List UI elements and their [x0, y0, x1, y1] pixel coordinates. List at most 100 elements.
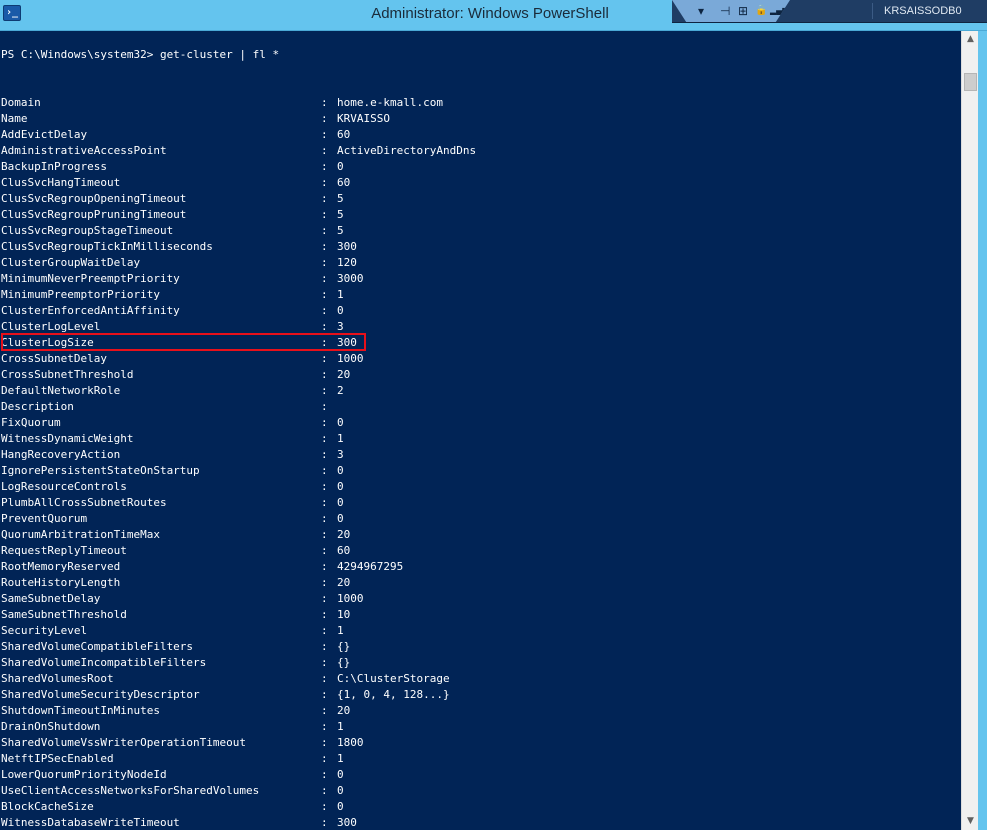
property-value: 3000 [337, 272, 364, 285]
property-separator: : [321, 688, 328, 701]
property-value: 120 [337, 256, 357, 269]
property-value: 0 [337, 512, 344, 525]
console-output[interactable]: PS C:\Windows\system32> get-cluster | fl… [1, 31, 959, 830]
property-value: 0 [337, 304, 344, 317]
remote-host-name: KRSAISSODB0 [884, 5, 962, 17]
property-separator: : [321, 96, 328, 109]
property-separator: : [321, 528, 328, 541]
remote-desktop-bar[interactable]: ▾ ⊣ ⊞ 🔒 ▂▄▆ KRSAISSODB0 [672, 0, 987, 23]
property-value: 300 [337, 816, 357, 829]
property-separator: : [321, 416, 328, 429]
property-name: NetftIPSecEnabled [1, 752, 114, 765]
property-name: FixQuorum [1, 416, 61, 429]
property-separator: : [321, 464, 328, 477]
property-separator: : [321, 656, 328, 669]
property-separator: : [321, 192, 328, 205]
property-name: SecurityLevel [1, 624, 88, 637]
property-separator: : [321, 160, 328, 173]
property-value: C:\ClusterStorage [337, 672, 450, 685]
property-name: AdministrativeAccessPoint [1, 144, 167, 157]
property-separator: : [321, 208, 328, 221]
property-separator: : [321, 288, 328, 301]
property-value: 1 [337, 288, 344, 301]
property-separator: : [321, 768, 328, 781]
property-separator: : [321, 816, 328, 829]
property-name: DrainOnShutdown [1, 720, 101, 733]
property-name: ClusterLogSize [1, 336, 94, 349]
remote-bar-tab: ▾ ⊣ ⊞ 🔒 ▂▄▆ [672, 0, 790, 22]
property-name: MinimumPreemptorPriority [1, 288, 160, 301]
signal-icon[interactable]: ▂▄▆ [770, 3, 788, 19]
property-value: 5 [337, 208, 344, 221]
property-separator: : [321, 784, 328, 797]
scroll-up-button[interactable]: ▲ [962, 31, 979, 48]
property-name: PreventQuorum [1, 512, 88, 525]
property-name: BlockCacheSize [1, 800, 94, 813]
property-separator: : [321, 240, 328, 253]
property-separator: : [321, 560, 328, 573]
property-name: SameSubnetDelay [1, 592, 101, 605]
property-name: SharedVolumeSecurityDescriptor [1, 688, 200, 701]
property-value: 20 [337, 576, 351, 589]
property-name: LogResourceControls [1, 480, 127, 493]
property-name: ClusterEnforcedAntiAffinity [1, 304, 180, 317]
property-separator: : [321, 368, 328, 381]
property-name: UseClientAccessNetworksForSharedVolumes [1, 784, 260, 797]
property-separator: : [321, 752, 328, 765]
property-separator: : [321, 432, 328, 445]
property-value: 0 [337, 160, 344, 173]
property-name: QuorumArbitrationTimeMax [1, 528, 160, 541]
property-value: ActiveDirectoryAndDns [337, 144, 477, 157]
property-value: 60 [337, 128, 351, 141]
property-value: 0 [337, 800, 344, 813]
property-separator: : [321, 720, 328, 733]
property-separator: : [321, 384, 328, 397]
property-value: 1 [337, 720, 344, 733]
scroll-down-button[interactable]: ▼ [962, 813, 979, 830]
property-value: {} [337, 656, 351, 669]
property-name: Description [1, 400, 74, 413]
property-name: IgnorePersistentStateOnStartup [1, 464, 200, 477]
network-icon[interactable]: ⊞ [738, 3, 748, 19]
property-separator: : [321, 512, 328, 525]
property-separator: : [321, 496, 328, 509]
property-separator: : [321, 592, 328, 605]
property-value: 1 [337, 752, 344, 765]
property-value: 300 [337, 240, 357, 253]
property-value: 60 [337, 544, 351, 557]
property-name: ClusterLogLevel [1, 320, 101, 333]
property-name: ClusterGroupWaitDelay [1, 256, 141, 269]
property-name: SharedVolumeCompatibleFilters [1, 640, 194, 653]
property-separator: : [321, 272, 328, 285]
property-separator: : [321, 704, 328, 717]
pin-icon[interactable]: ⊣ [720, 3, 730, 19]
property-value: 300 [337, 336, 357, 349]
property-separator: : [321, 480, 328, 493]
property-name: RootMemoryReserved [1, 560, 121, 573]
property-value: 1 [337, 432, 344, 445]
property-value: 5 [337, 224, 344, 237]
property-name: WitnessDatabaseWriteTimeout [1, 816, 180, 829]
property-name: SharedVolumesRoot [1, 672, 114, 685]
property-name: SharedVolumeVssWriterOperationTimeout [1, 736, 247, 749]
property-separator: : [321, 640, 328, 653]
property-separator: : [321, 304, 328, 317]
lock-icon[interactable]: 🔒 [755, 3, 767, 19]
property-value: 1 [337, 624, 344, 637]
property-separator: : [321, 144, 328, 157]
property-name: ClusSvcRegroupStageTimeout [1, 224, 174, 237]
scroll-thumb[interactable] [964, 73, 977, 91]
property-name: ClusSvcHangTimeout [1, 176, 121, 189]
property-name: ShutdownTimeoutInMinutes [1, 704, 160, 717]
property-name: ClusSvcRegroupOpeningTimeout [1, 192, 187, 205]
property-separator: : [321, 224, 328, 237]
property-name: AddEvictDelay [1, 128, 88, 141]
vertical-scrollbar[interactable]: ▲ ▼ [961, 31, 979, 830]
property-name: ClusSvcRegroupPruningTimeout [1, 208, 187, 221]
property-separator: : [321, 608, 328, 621]
property-value: 0 [337, 416, 344, 429]
property-separator: : [321, 336, 328, 349]
chevron-down-icon[interactable]: ▾ [698, 3, 704, 19]
property-name: RouteHistoryLength [1, 576, 121, 589]
property-name: RequestReplyTimeout [1, 544, 127, 557]
